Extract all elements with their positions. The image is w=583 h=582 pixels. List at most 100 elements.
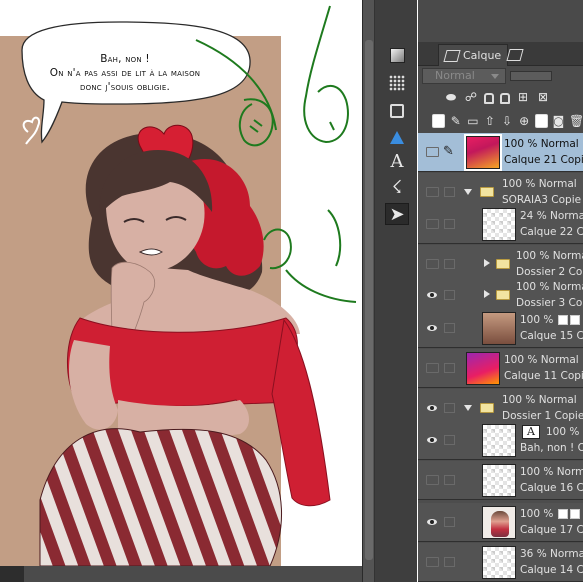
text-tool-icon[interactable]: A — [385, 150, 409, 172]
layer-list: ✎ 100 % Normal Calque 21 Copie 100 % Nor… — [418, 133, 583, 582]
frame-tool-icon[interactable] — [385, 100, 409, 122]
visibility-toggle-icon[interactable] — [426, 363, 439, 373]
lock-icon[interactable] — [444, 219, 455, 229]
layer-toolbar-1: ⬬ ☍ ⊞ ⊠ — [418, 86, 583, 108]
folder-icon — [496, 290, 510, 300]
balloon-tool-icon[interactable]: ☇ — [385, 176, 409, 198]
layer-row[interactable]: 100 % Normal Calque 16 Copie — [418, 461, 583, 500]
layer-name: Calque 16 Copie — [520, 482, 583, 494]
layer-row[interactable]: ✎ 100 % Normal Calque 21 Copie — [418, 133, 583, 172]
scrollbar-thumb[interactable] — [0, 566, 24, 582]
tool-palette: A ☇ ➤ — [362, 0, 417, 582]
layer-toolbar-2: ✎ ▭ ⇧ ⇩ ⊕ ◙ 🗑 — [418, 110, 583, 132]
layer-opacity: 100 % Normal — [502, 178, 577, 190]
layer-row[interactable]: 36 % Normal Calque 14 Copie — [418, 543, 583, 582]
layer-opacity: 100 % — [520, 508, 554, 520]
layer-thumbnail — [464, 134, 502, 171]
lock-icon[interactable] — [484, 92, 494, 104]
text-layer-icon: A — [522, 425, 540, 439]
layer-thumbnail — [482, 506, 516, 539]
lock-icon[interactable] — [444, 290, 455, 300]
clip-icon[interactable]: ⬬ — [444, 90, 458, 104]
new-folder-icon[interactable]: ▭ — [466, 114, 479, 128]
layer-name: Calque 21 Copie — [504, 154, 583, 166]
layer-name: Calque 17 Copie — [520, 524, 583, 536]
folder-icon — [480, 187, 494, 197]
layer-row[interactable]: 100 % Normal Calque 11 Copie — [418, 349, 583, 388]
lock-transparency-icon — [570, 509, 580, 519]
lock-icon[interactable] — [444, 403, 455, 413]
striped-pants — [39, 428, 283, 567]
mask-add-icon[interactable]: ◙ — [552, 114, 565, 128]
visibility-toggle-icon[interactable] — [426, 475, 439, 485]
gradient-tool-icon[interactable] — [385, 72, 409, 94]
navigator-tab-icon — [506, 49, 524, 61]
visibility-toggle-icon[interactable] — [426, 435, 439, 445]
visibility-toggle-icon[interactable] — [426, 403, 439, 413]
tab-navigator[interactable] — [502, 44, 528, 66]
duplicate-icon[interactable] — [534, 114, 548, 128]
lock-icon[interactable] — [444, 323, 455, 333]
palette-scrollbar[interactable] — [363, 0, 375, 582]
tab-layer-label: Calque — [463, 49, 502, 62]
visibility-toggle-icon[interactable] — [426, 219, 439, 229]
lock-icon[interactable] — [444, 363, 455, 373]
layer-thumbnail — [482, 424, 516, 457]
merge-icon[interactable]: ⊕ — [518, 114, 531, 128]
lock-icon[interactable] — [444, 475, 455, 485]
layer-name: Calque 11 Copie — [504, 370, 583, 382]
visibility-toggle-icon[interactable] — [426, 259, 439, 269]
move-down-icon[interactable]: ⇩ — [501, 114, 514, 128]
delete-layer-icon[interactable]: 🗑 — [569, 114, 583, 128]
lock-icon[interactable] — [444, 259, 455, 269]
chevron-right-icon[interactable] — [484, 290, 490, 298]
layer-name: Calque 15 Copie — [520, 330, 583, 342]
app-window: Bah, non ! On n'a pas assi de lit à la m… — [0, 0, 583, 582]
visibility-toggle-icon[interactable] — [426, 187, 439, 197]
layer-opacity: 100 % — [546, 426, 580, 438]
canvas-horizontal-scrollbar[interactable] — [0, 566, 362, 582]
visibility-toggle-icon[interactable] — [426, 323, 439, 333]
new-vector-layer-icon[interactable]: ✎ — [449, 114, 462, 128]
move-up-icon[interactable]: ⇧ — [483, 114, 496, 128]
reference-icon[interactable]: ☍ — [464, 90, 478, 104]
lock-transparency-icon — [570, 315, 580, 325]
mask-icon[interactable]: ⊠ — [536, 90, 550, 104]
layer-row[interactable]: 24 % Normal Calque 22 Copie — [418, 205, 583, 244]
layer-row[interactable]: 100 % Calque 15 Copie — [418, 309, 583, 348]
layer-row[interactable]: 100 % Calque 17 Copie — [418, 503, 583, 542]
ruler-tool-icon[interactable] — [385, 126, 409, 148]
lock-transparency-icon[interactable] — [500, 92, 510, 104]
chevron-down-icon[interactable] — [464, 405, 472, 411]
layer-opacity: 100 % Normal — [502, 394, 577, 406]
folder-icon — [496, 259, 510, 269]
new-layer-icon[interactable] — [432, 114, 446, 128]
opacity-slider[interactable] — [510, 71, 552, 81]
visibility-toggle-icon[interactable] — [426, 517, 439, 527]
layer-opacity: 36 % Normal — [520, 548, 583, 560]
tab-layer[interactable]: Calque — [438, 44, 509, 66]
lock-icon — [558, 315, 568, 325]
chevron-down-icon[interactable] — [464, 189, 472, 195]
layer-row[interactable]: A 100 % Bah, non ! On — [418, 421, 583, 460]
ruler-visibility-icon[interactable]: ⊞ — [516, 90, 530, 104]
folder-icon — [480, 403, 494, 413]
chevron-down-icon — [491, 74, 499, 79]
lock-icon[interactable] — [444, 517, 455, 527]
visibility-toggle-icon[interactable] — [426, 290, 439, 300]
lock-icon[interactable] — [444, 435, 455, 445]
correction-tool-icon[interactable]: ➤ — [385, 203, 409, 225]
blend-mode-select[interactable]: Normal — [422, 68, 506, 84]
lock-icon[interactable] — [444, 187, 455, 197]
fill-tool-icon[interactable] — [385, 44, 409, 66]
layer-opacity: 100 % Normal — [504, 138, 579, 150]
heart-doodle — [22, 116, 41, 145]
layer-name: Calque 14 Copie — [520, 564, 583, 576]
layer-opacity: 24 % Normal — [520, 210, 583, 222]
layer-opacity: 100 % — [520, 314, 554, 326]
visibility-toggle-icon[interactable] — [426, 557, 439, 567]
lock-icon[interactable] — [444, 557, 455, 567]
visibility-toggle-icon[interactable] — [426, 147, 439, 157]
chevron-right-icon[interactable] — [484, 259, 490, 267]
canvas-area[interactable]: Bah, non ! On n'a pas assi de lit à la m… — [0, 0, 362, 582]
